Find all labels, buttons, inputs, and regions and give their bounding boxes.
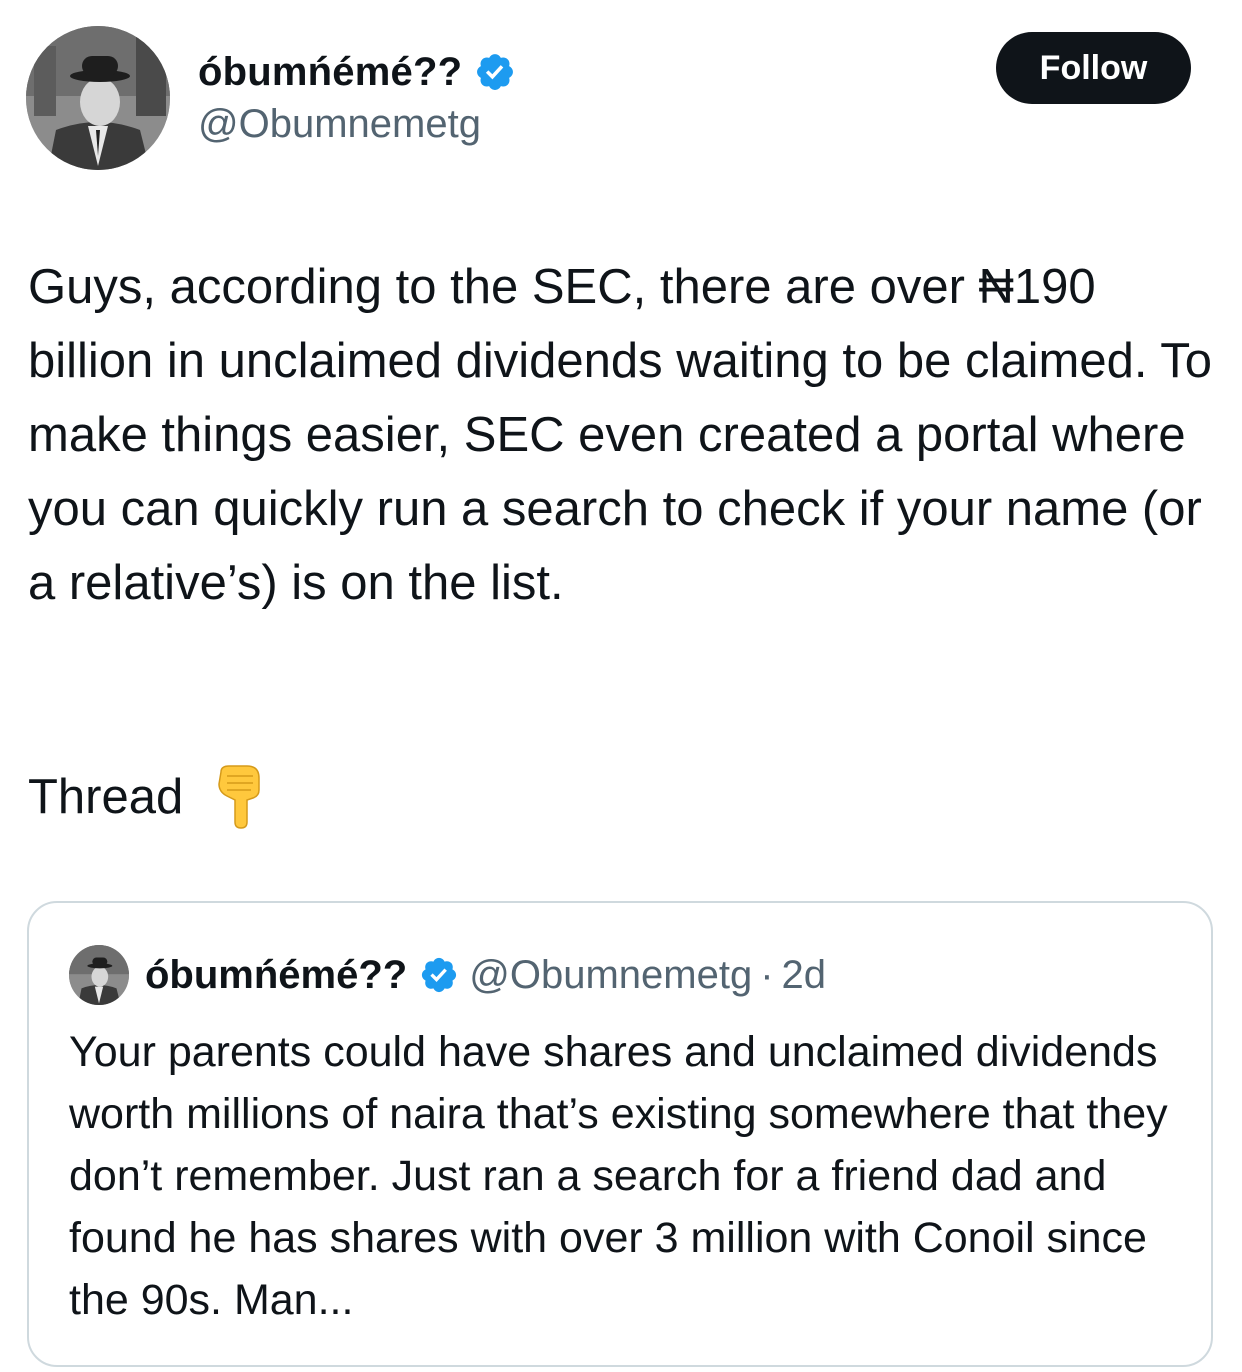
quoted-tweet-timestamp[interactable]: 2d [782,953,827,998]
verified-badge-icon [422,957,457,993]
author-avatar[interactable] [26,26,170,170]
separator-dot: · [760,952,774,997]
quoted-author-display-name[interactable]: óbumńémé?? [145,953,407,998]
profile-photo-icon [69,945,129,1005]
author-handle[interactable]: @Obumnemetg [198,102,481,147]
follow-button[interactable]: Follow [996,32,1191,104]
thread-row: Thread [28,760,267,834]
author-name-row: óbumńémé?? [198,44,516,100]
backhand-index-pointing-down-emoji-icon [218,765,261,829]
verified-badge-icon [477,54,514,90]
quoted-tweet-header: óbumńémé?? @Obumnemetg · 2d [145,945,826,1005]
profile-photo-icon [26,26,170,170]
author-display-name[interactable]: óbumńémé?? [198,50,462,95]
quoted-author-handle[interactable]: @Obumnemetg [469,953,752,998]
thread-label: Thread [28,770,184,824]
tweet-text: Guys, according to the SEC, there are ov… [28,260,1226,610]
quoted-tweet-card[interactable]: óbumńémé?? @Obumnemetg · 2d Your parents… [27,901,1213,1367]
quoted-author-avatar[interactable] [69,945,129,1005]
quoted-tweet-text: Your parents could have shares and uncla… [69,1028,1168,1324]
